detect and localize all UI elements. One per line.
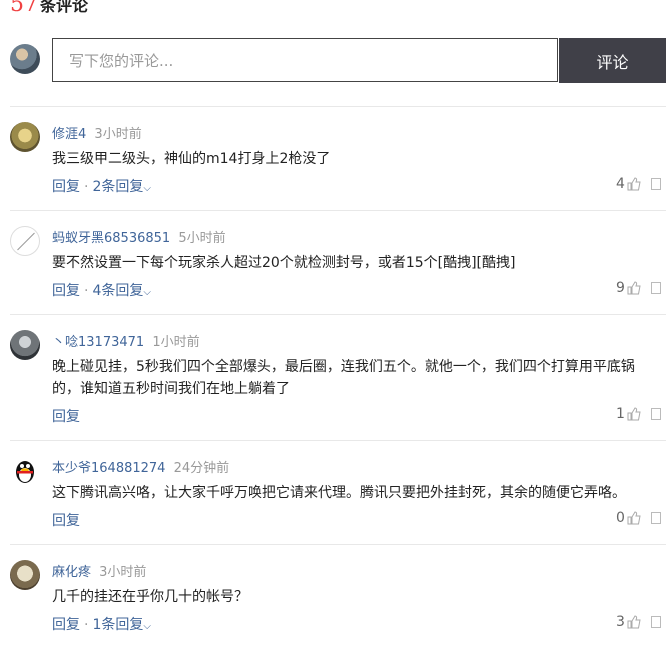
comment-author[interactable]: 丶唸13173471 [52,335,144,350]
comment-text: 我三级甲二级头，神仙的m14打身上2枪没了 [52,151,331,167]
submit-comment-button[interactable]: 评论 [559,38,666,83]
like-count: 0 [616,510,625,526]
comment-item: 蚂蚁牙黑68536851 5小时前 要不然设置一下每个玩家杀人超过20个就检测封… [10,226,666,314]
thumbs-up-icon[interactable] [627,177,641,191]
view-replies-link[interactable]: 2条回复 [92,179,143,195]
thumbs-up-icon[interactable] [627,407,641,421]
chevron-down-icon[interactable]: ⌵ [143,621,151,632]
comment-author[interactable]: 麻化疼 [52,565,91,580]
thumbs-up-icon[interactable] [627,281,641,295]
separator: · [84,283,89,299]
comment-author[interactable]: 蚂蚁牙黑68536851 [52,231,170,246]
comment-text: 晚上碰见挂，5秒我们四个全部爆头，最后圈，连我们五个。就他一个，我们四个打算用平… [52,359,635,397]
avatar[interactable] [10,226,40,256]
separator: · [84,617,89,633]
comments-header: 57 条评论 [10,0,88,18]
report-icon[interactable] [650,408,661,420]
current-user-avatar [10,44,40,74]
comment-text: 几千的挂还在乎你几十的帐号？ [52,589,248,605]
report-icon[interactable] [650,512,661,524]
report-icon[interactable] [650,178,661,190]
comment-text: 要不然设置一下每个玩家杀人超过20个就检测封号，或者15个[酷拽][酷拽] [52,255,516,271]
like-count: 3 [616,614,625,630]
view-replies-link[interactable]: 1条回复 [92,617,143,633]
comment-text: 这下腾讯高兴咯，让大家千呼万唤把它请来代理。腾讯只要把外挂封死，其余的随便它弄咯… [52,485,626,501]
like-count: 4 [616,176,625,192]
divider [10,106,666,107]
reply-link[interactable]: 回复 [52,409,80,425]
comment-time: 1小时前 [152,335,200,350]
like-count: 1 [616,406,625,422]
penguin-icon [16,461,34,483]
comment-item: 丶唸13173471 1小时前 晚上碰见挂，5秒我们四个全部爆头，最后圈，连我们… [10,330,666,440]
qq-penguin-avatar[interactable] [10,456,40,486]
chevron-down-icon[interactable]: ⌵ [143,183,151,194]
comment-time: 3小时前 [99,565,147,580]
thumbs-up-icon[interactable] [627,615,641,629]
avatar[interactable] [10,330,40,360]
comment-input-placeholder: 写下您的评论... [69,51,174,70]
report-icon[interactable] [650,616,661,628]
avatar[interactable] [10,560,40,590]
chevron-down-icon[interactable]: ⌵ [143,287,151,298]
comment-input[interactable]: 写下您的评论... [52,38,558,82]
comment-compose: 写下您的评论... 评论 [10,38,666,84]
divider [10,544,666,545]
thumbs-up-icon[interactable] [627,511,641,525]
reply-link[interactable]: 回复 [52,513,80,529]
comment-author[interactable]: 修涯4 [52,127,86,142]
divider [10,440,666,441]
like-count: 9 [616,280,625,296]
reply-link[interactable]: 回复 [52,617,80,633]
divider [10,314,666,315]
divider [10,210,666,211]
comment-item: 修涯4 3小时前 我三级甲二级头，神仙的m14打身上2枪没了 回复 · 2条回复⌵ … [10,122,666,210]
reply-link[interactable]: 回复 [52,179,80,195]
comment-time: 3小时前 [94,127,142,142]
separator: · [84,179,89,195]
comment-time: 5小时前 [178,231,226,246]
comment-item: 本少爷164881274 24分钟前 这下腾讯高兴咯，让大家千呼万唤把它请来代理… [10,456,666,544]
view-replies-link[interactable]: 4条回复 [92,283,143,299]
reply-link[interactable]: 回复 [52,283,80,299]
comment-count-label: 条评论 [40,0,89,15]
avatar[interactable] [10,122,40,152]
comment-count: 57 [10,0,38,17]
comment-item: 麻化疼 3小时前 几千的挂还在乎你几十的帐号？ 回复 · 1条回复⌵ 3 [10,560,666,648]
comment-author[interactable]: 本少爷164881274 [52,461,165,476]
comment-time: 24分钟前 [173,461,230,476]
report-icon[interactable] [650,282,661,294]
